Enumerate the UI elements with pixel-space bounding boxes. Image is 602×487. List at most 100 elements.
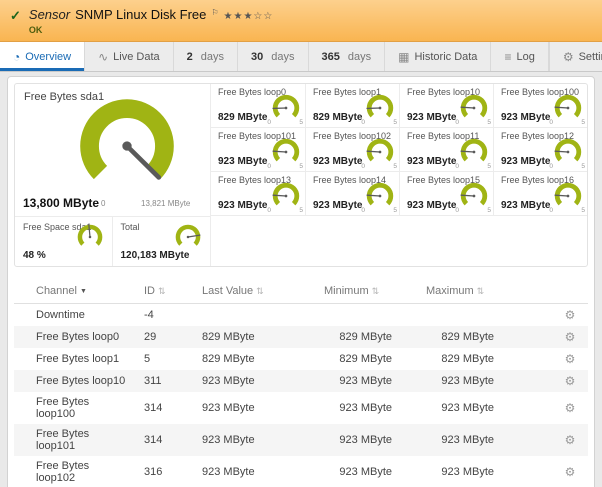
- row-spacer: [520, 304, 552, 327]
- column-header-channel[interactable]: Channel ▼: [14, 279, 136, 304]
- sort-both-icon: ⇅: [476, 286, 485, 296]
- channel-settings-button[interactable]: ⚙: [552, 326, 588, 348]
- tab-label-unit: days: [271, 50, 295, 63]
- sub-gauge-cell[interactable]: Total 120,183 MByte: [113, 217, 211, 266]
- sub-gauge-dial-slot: [174, 223, 202, 251]
- column-header-id[interactable]: ID ⇅: [136, 279, 194, 304]
- mini-gauge-dial: [366, 138, 394, 162]
- row-spacer: [520, 424, 552, 456]
- priority-stars[interactable]: ★★★☆☆: [224, 11, 274, 22]
- channel-settings-button[interactable]: ⚙: [552, 348, 588, 370]
- channel-name[interactable]: Free Bytes loop101: [14, 424, 136, 456]
- tab-settings[interactable]: ⚙ Settings: [548, 42, 602, 71]
- mini-gauge-cell[interactable]: Free Bytes loop102 0 5 923 MByte: [305, 128, 399, 172]
- tab-overview[interactable]: ◔ Overview: [0, 42, 86, 71]
- mini-gauge-dial-slot: [365, 137, 395, 167]
- tab-label-unit: days: [347, 50, 372, 63]
- tab-historic-data[interactable]: ▦ Historic Data: [385, 42, 492, 71]
- main-gauge-dial: [80, 99, 174, 180]
- main-gauge-scale-min: 0: [101, 199, 106, 208]
- channel-last-value: 829 MByte: [202, 331, 255, 343]
- sensor-header: ✓ Sensor SNMP Linux Disk Free ⚐ ★★★☆☆ OK: [0, 0, 602, 42]
- tab-label: Settings: [578, 50, 602, 63]
- tab-365-days[interactable]: 365 days: [309, 42, 386, 71]
- mini-gauge-cell[interactable]: Free Bytes loop12 0 5 923 MByte: [493, 128, 587, 172]
- mini-gauge-cell[interactable]: Free Bytes loop15 0 5 923 MByte: [399, 172, 493, 216]
- tab-2-days[interactable]: 2 days: [174, 42, 239, 71]
- mini-gauge-cell[interactable]: Free Bytes loop11 0 5 923 MByte: [399, 128, 493, 172]
- column-label: ID: [144, 285, 155, 297]
- mini-gauge-value: 923 MByte: [501, 112, 551, 123]
- channel-id: 29: [144, 331, 157, 343]
- channel-id: 314: [144, 402, 163, 414]
- column-header-last-value[interactable]: Last Value ⇅: [194, 279, 316, 304]
- main-gauge-value: 13,800 MByte: [23, 196, 100, 210]
- channel-name[interactable]: Free Bytes loop100: [14, 392, 136, 424]
- mini-gauge-value: 923 MByte: [407, 200, 457, 211]
- channel-row: Free Bytes loop1 5 829 MByte 829 MByte 829 M…: [14, 348, 588, 370]
- mini-gauge-cell[interactable]: Free Bytes loop1 0 5 829 MByte: [305, 84, 399, 128]
- mini-gauge-dial: [272, 138, 300, 162]
- sub-gauge-cell[interactable]: Free Space sda1 48 %: [15, 217, 113, 266]
- mini-gauge-cell[interactable]: Free Bytes loop101 0 5 923 MByte: [211, 128, 305, 172]
- column-label: Maximum: [426, 285, 474, 297]
- channel-name[interactable]: Free Bytes loop102: [14, 456, 136, 487]
- status-ok-icon: ✓: [10, 8, 21, 23]
- channel-minimum: [316, 304, 418, 327]
- main-gauge[interactable]: Free Bytes sda1 13,800 MByte 0 13,821 MB…: [15, 84, 211, 216]
- mini-gauge-cell[interactable]: Free Bytes loop14 0 5 923 MByte: [305, 172, 399, 216]
- tab-label: 365: [321, 50, 340, 63]
- channel-settings-button[interactable]: ⚙: [552, 304, 588, 327]
- gear-icon: ⚙: [562, 49, 574, 64]
- channel-settings-button[interactable]: ⚙: [552, 392, 588, 424]
- channel-name[interactable]: Free Bytes loop10: [14, 370, 136, 392]
- channel-name[interactable]: Free Bytes loop1: [14, 348, 136, 370]
- mini-gauge-cell[interactable]: Free Bytes loop16 0 5 923 MByte: [493, 172, 587, 216]
- log-icon: ≡: [504, 49, 512, 64]
- channel-last-value: 923 MByte: [202, 466, 255, 478]
- channel-settings-button[interactable]: ⚙: [552, 456, 588, 487]
- tab-label: 2: [186, 50, 193, 63]
- mini-gauge-cell[interactable]: Free Bytes loop10 0 5 923 MByte: [399, 84, 493, 128]
- wrench-icon: ⚙: [564, 352, 576, 366]
- tab-log[interactable]: ≡ Log: [491, 42, 549, 71]
- row-spacer: [520, 326, 552, 348]
- mini-gauge-scale-min: 0: [267, 163, 271, 170]
- channel-name[interactable]: Downtime: [14, 304, 136, 327]
- status-text: OK: [28, 25, 43, 35]
- channel-id: 316: [144, 466, 163, 478]
- channel-id: 311: [144, 375, 162, 387]
- sub-gauge-row: Free Space sda1 48 % Total 120,183 MByte: [15, 216, 211, 266]
- channel-row: Free Bytes loop100 314 923 MByte 923 MByte 9…: [14, 392, 588, 424]
- channel-maximum: 923 MByte: [441, 402, 494, 414]
- mini-gauge-scale-max: 5: [581, 207, 585, 214]
- column-header-minimum[interactable]: Minimum ⇅: [316, 279, 418, 304]
- tab-live-data[interactable]: ∿ Live Data: [85, 42, 174, 71]
- mini-gauge-cell[interactable]: Free Bytes loop0 0 5 829 MByte: [211, 84, 305, 128]
- mini-gauge-value: 829 MByte: [218, 112, 268, 123]
- channel-row: Downtime -4 ⚙: [14, 304, 588, 327]
- wrench-icon: ⚙: [564, 465, 576, 479]
- mini-gauge-dial-slot: [271, 93, 301, 123]
- mini-gauge-dial: [366, 94, 394, 118]
- row-spacer: [520, 392, 552, 424]
- wrench-icon: ⚙: [564, 374, 576, 388]
- column-header-maximum[interactable]: Maximum ⇅: [418, 279, 520, 304]
- mini-gauge-value: 923 MByte: [407, 112, 457, 123]
- sort-both-icon: ⇅: [158, 286, 166, 296]
- tab-30-days[interactable]: 30 days: [238, 42, 309, 71]
- mini-gauge-cell[interactable]: Free Bytes loop13 0 5 923 MByte: [211, 172, 305, 216]
- column-header-spacer: [520, 279, 552, 304]
- mini-gauge-dial-slot: [271, 181, 301, 211]
- wrench-icon: ⚙: [564, 401, 576, 415]
- channel-settings-button[interactable]: ⚙: [552, 370, 588, 392]
- channel-name[interactable]: Free Bytes loop0: [14, 326, 136, 348]
- sub-gauge-dial: [77, 224, 102, 246]
- channel-settings-button[interactable]: ⚙: [552, 424, 588, 456]
- mini-gauge-cell[interactable]: Free Bytes loop100 0 5 923 MByte: [493, 84, 587, 128]
- mini-gauge-scale-max: 5: [299, 163, 303, 170]
- flag-icon: ⚐: [211, 8, 219, 17]
- main-gauge-dial-slot: [75, 94, 179, 198]
- mini-gauge-dial-slot: [459, 93, 489, 123]
- mini-gauge-dial: [554, 182, 582, 206]
